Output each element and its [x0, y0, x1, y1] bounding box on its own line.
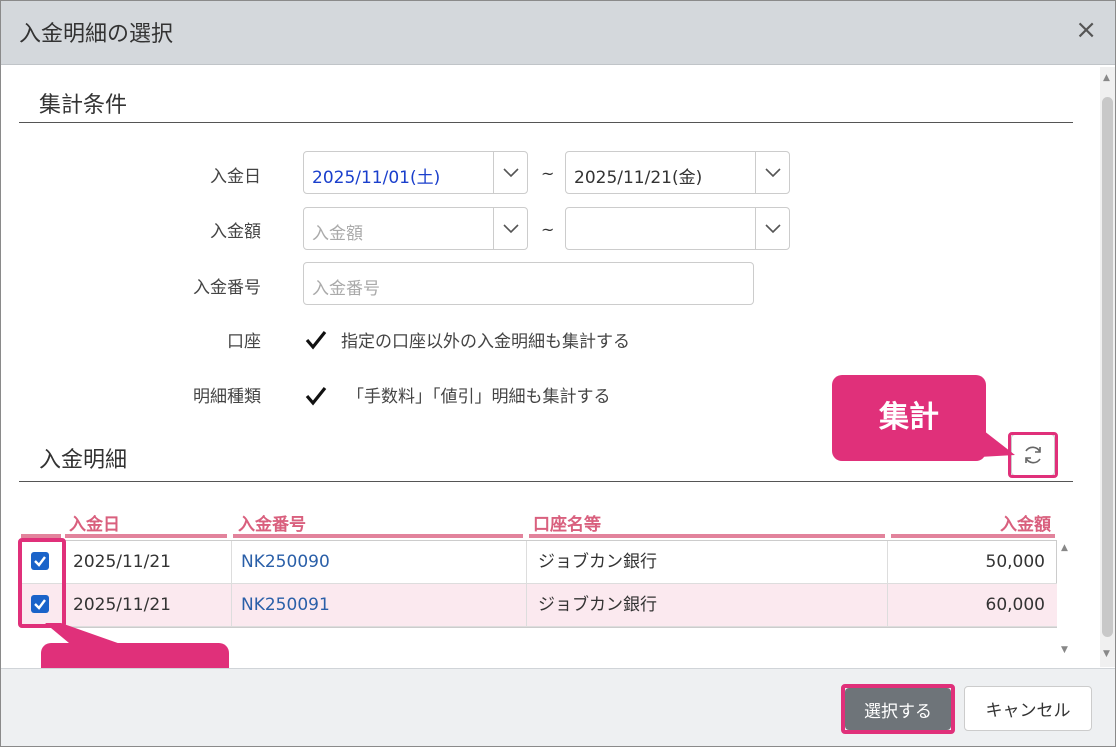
amount-from-select[interactable]: 入金額 — [303, 207, 528, 250]
table-row[interactable]: 2025/11/21 NK250091 ジョブカン銀行 60,000 — [21, 584, 1057, 627]
header-underline — [529, 534, 885, 538]
criteria-section-title: 集計条件 — [39, 93, 128, 118]
header-underline — [891, 534, 1055, 538]
dialog-titlebar: 入金明細の選択 × — [1, 1, 1115, 65]
refresh-highlight — [1008, 432, 1058, 478]
criteria-divider — [19, 122, 1073, 123]
aggregate-callout: 集計 — [832, 375, 986, 461]
dialog: 入金明細の選択 × 集計条件 入金日 2025/11/01(土) ~ 2025/… — [0, 0, 1116, 747]
date-from-select[interactable]: 2025/11/01(土) — [303, 151, 528, 194]
checkbox-highlight — [18, 538, 66, 628]
row-number-link[interactable]: NK250091 — [241, 584, 330, 627]
select-button[interactable]: 選択する — [845, 688, 951, 730]
amount-range-separator: ~ — [541, 220, 555, 239]
row-date: 2025/11/21 — [73, 595, 171, 615]
details-section-title: 入金明細 — [39, 448, 128, 473]
amount-from-placeholder: 入金額 — [312, 224, 363, 244]
row-amount: 60,000 — [985, 595, 1045, 615]
number-label: 入金番号 — [193, 278, 261, 298]
table-scroll-up-icon[interactable]: ▲ — [1061, 543, 1068, 553]
chevron-down-icon[interactable] — [493, 208, 527, 249]
scroll-down-icon[interactable]: ▼ — [1103, 649, 1110, 659]
table-scroll-down-icon[interactable]: ▼ — [1061, 645, 1068, 655]
row-account: ジョブカン銀行 — [538, 595, 657, 615]
detail-type-checkbox-label: 「手数料」「値引」明細も集計する — [347, 387, 611, 407]
header-underline — [233, 534, 523, 538]
dialog-title: 入金明細の選択 — [19, 22, 174, 47]
amount-to-select[interactable] — [565, 207, 790, 250]
table-row[interactable]: 2025/11/21 NK250090 ジョブカン銀行 50,000 — [21, 541, 1057, 584]
account-checkbox[interactable] — [305, 329, 327, 351]
scroll-up-icon[interactable]: ▲ — [1103, 73, 1110, 83]
detail-type-checkbox[interactable] — [305, 385, 327, 407]
date-label: 入金日 — [210, 167, 261, 187]
row-number-link[interactable]: NK250090 — [241, 541, 330, 584]
account-label: 口座 — [227, 332, 261, 352]
row-account: ジョブカン銀行 — [538, 552, 657, 572]
detail-type-label: 明細種類 — [193, 387, 261, 407]
row-date: 2025/11/21 — [73, 552, 171, 572]
close-icon[interactable]: × — [1075, 15, 1097, 45]
date-range-separator: ~ — [541, 164, 555, 183]
amount-label: 入金額 — [210, 222, 261, 242]
dialog-scrollbar-thumb[interactable] — [1102, 97, 1113, 637]
details-divider — [19, 481, 1073, 482]
account-checkbox-label: 指定の口座以外の入金明細も集計する — [341, 332, 630, 352]
number-input[interactable]: 入金番号 — [303, 262, 754, 305]
date-to-value: 2025/11/21(金) — [574, 168, 703, 188]
header-underline — [65, 534, 227, 538]
chevron-down-icon[interactable] — [755, 152, 789, 193]
chevron-down-icon[interactable] — [755, 208, 789, 249]
date-from-value: 2025/11/01(土) — [312, 168, 441, 188]
date-to-select[interactable]: 2025/11/21(金) — [565, 151, 790, 194]
row-amount: 50,000 — [985, 552, 1045, 572]
chevron-down-icon[interactable] — [493, 152, 527, 193]
cancel-button[interactable]: キャンセル — [964, 686, 1092, 731]
